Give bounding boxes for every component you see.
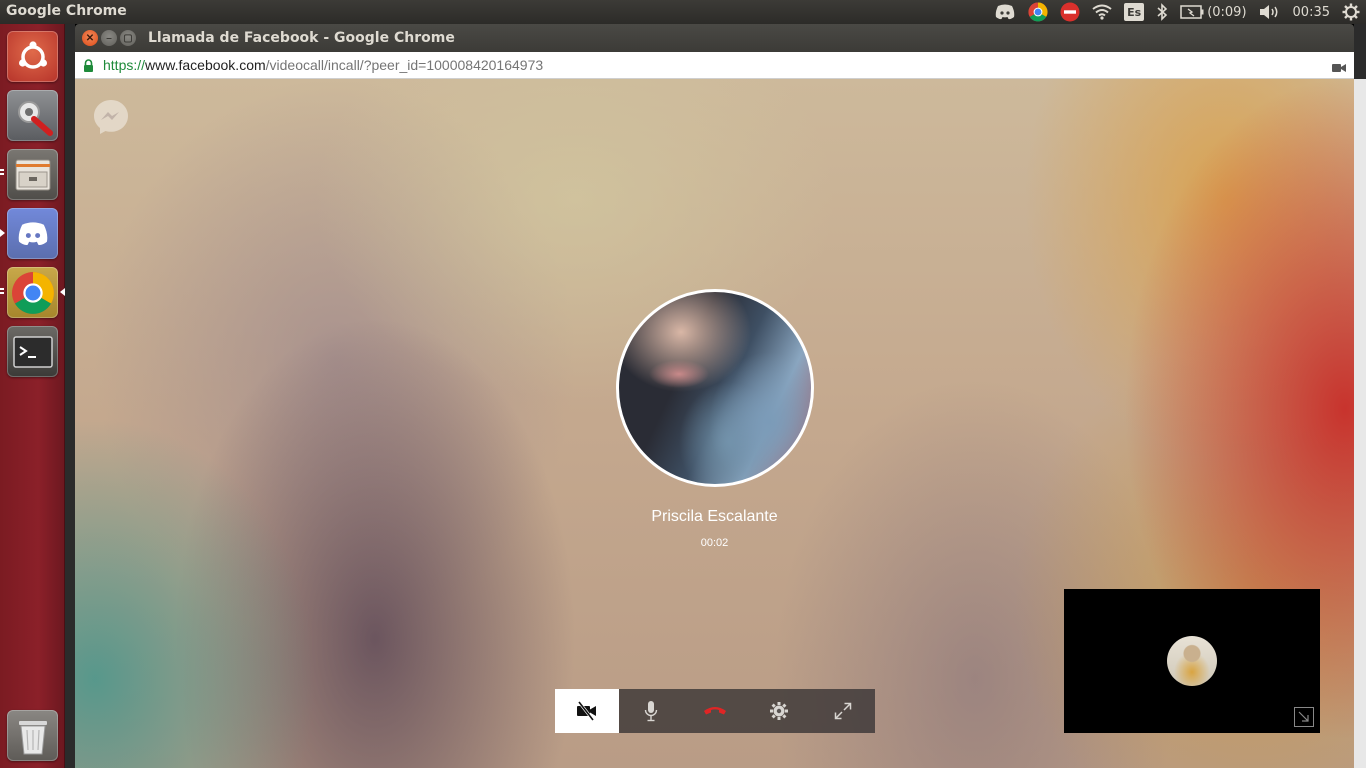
launcher <box>0 24 65 768</box>
running-indicator <box>0 229 5 237</box>
shrink-arrow-icon <box>1298 711 1309 722</box>
url-scheme: https:// <box>103 57 146 73</box>
terminal-icon[interactable] <box>7 326 58 377</box>
video-toggle-button[interactable] <box>555 689 619 733</box>
focused-indicator <box>60 288 65 296</box>
lock-icon[interactable] <box>83 59 94 77</box>
system-settings-icon[interactable] <box>7 90 58 141</box>
battery-time: (0:09) <box>1207 4 1247 20</box>
active-app-title: Google Chrome <box>6 3 127 19</box>
messenger-icon <box>92 98 130 141</box>
url-path: /videocall/incall/?peer_id=1000084201649… <box>265 57 544 73</box>
top-panel: Google Chrome Es (0:09) 00:35 <box>0 0 1366 24</box>
video-off-icon <box>577 701 596 721</box>
chrome-icon[interactable] <box>1028 2 1048 22</box>
call-settings-button[interactable] <box>747 689 811 733</box>
fullscreen-button[interactable] <box>811 689 875 733</box>
self-view-panel[interactable] <box>1064 589 1320 733</box>
video-call-area: Priscila Escalante 00:02 <box>75 79 1354 768</box>
window-titlebar[interactable]: ✕ – ▢ Llamada de Facebook - Google Chrom… <box>75 24 1354 52</box>
call-timer: 00:02 <box>700 537 729 549</box>
caller-avatar <box>616 289 814 487</box>
discord-icon[interactable] <box>994 4 1016 20</box>
stop-icon[interactable] <box>1060 2 1080 22</box>
expand-icon <box>834 702 852 720</box>
system-tray: Es (0:09) 00:35 <box>994 0 1360 24</box>
end-call-button[interactable] <box>683 689 747 733</box>
files-icon[interactable] <box>7 149 58 200</box>
settings-icon[interactable] <box>1342 3 1360 21</box>
hang-up-icon <box>704 707 726 715</box>
window-title: Llamada de Facebook - Google Chrome <box>148 30 455 46</box>
keyboard-layout-icon[interactable]: Es <box>1124 3 1145 21</box>
window-close-button[interactable]: ✕ <box>82 30 98 46</box>
volume-icon[interactable] <box>1259 4 1281 20</box>
microphone-icon <box>644 701 658 722</box>
call-controls <box>555 689 875 733</box>
minimize-self-view-button[interactable] <box>1294 707 1314 727</box>
trash-icon[interactable] <box>7 710 58 761</box>
running-indicator <box>0 288 4 294</box>
chrome-launcher-icon[interactable] <box>7 267 58 318</box>
window-maximize-button[interactable]: ▢ <box>120 30 136 46</box>
caller-name: Priscila Escalante <box>651 508 778 525</box>
clock[interactable]: 00:35 <box>1293 5 1330 20</box>
camera-in-use-icon[interactable] <box>1332 60 1346 78</box>
chrome-window: ✕ – ▢ Llamada de Facebook - Google Chrom… <box>75 24 1354 768</box>
wifi-icon[interactable] <box>1092 4 1112 20</box>
bluetooth-icon[interactable] <box>1156 3 1168 21</box>
microphone-button[interactable] <box>619 689 683 733</box>
ubuntu-dash-icon[interactable] <box>7 31 58 82</box>
gear-icon <box>770 702 788 720</box>
self-avatar <box>1167 636 1217 686</box>
url-host: www.facebook.com <box>145 57 266 73</box>
battery-icon[interactable]: (0:09) <box>1180 4 1247 20</box>
address-bar[interactable]: https://www.facebook.com/videocall/incal… <box>75 52 1354 79</box>
url-text[interactable]: https://www.facebook.com/videocall/incal… <box>103 57 543 73</box>
window-minimize-button[interactable]: – <box>101 30 117 46</box>
page-scrollbar[interactable] <box>1354 79 1366 768</box>
discord-launcher-icon[interactable] <box>7 208 58 259</box>
running-indicator <box>0 169 4 175</box>
